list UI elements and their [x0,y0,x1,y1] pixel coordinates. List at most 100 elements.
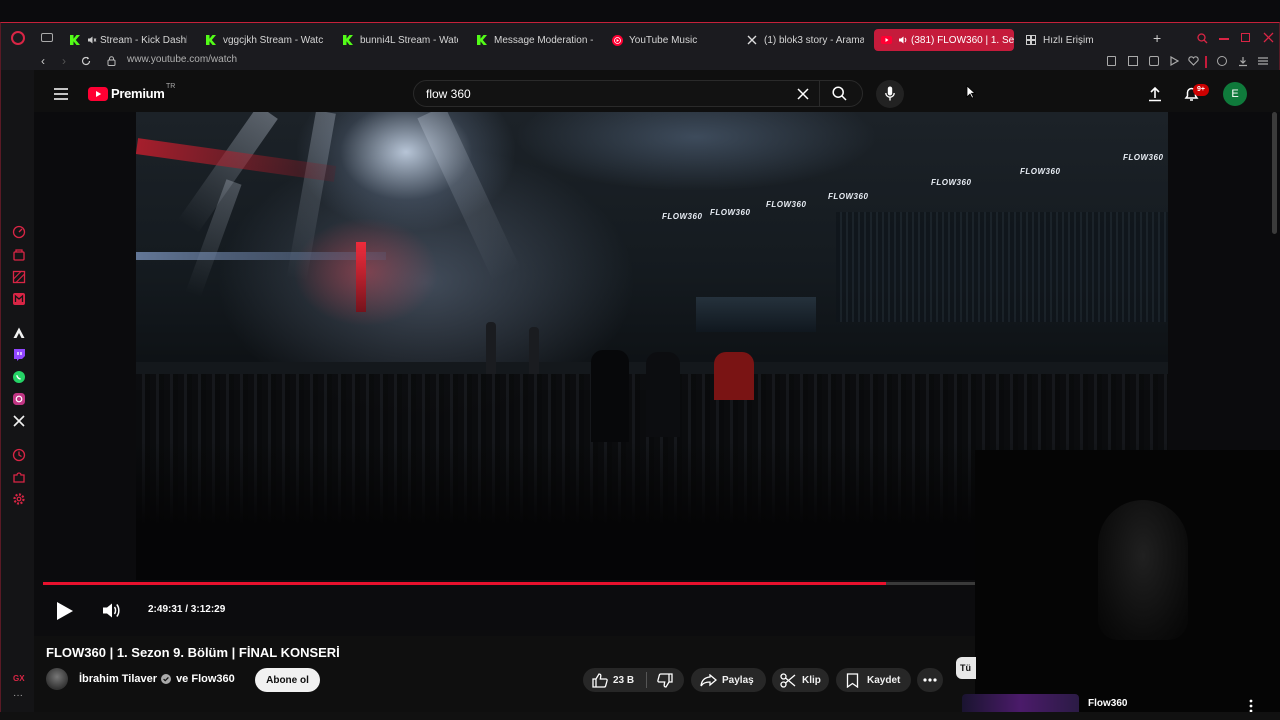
download-icon[interactable] [1238,56,1248,67]
kick-icon [205,34,217,46]
youtube-logo-icon[interactable] [88,87,108,101]
settings-gear-icon[interactable] [12,492,26,506]
share-label: Paylaş [722,674,754,686]
kick-icon [342,34,354,46]
heart-icon[interactable] [1188,56,1199,66]
tab-youtube-music[interactable]: YouTube Music [611,29,729,51]
speed-dial-icon[interactable] [12,225,26,239]
subscribe-button[interactable]: Abone ol [255,668,320,692]
messenger-icon[interactable] [12,292,26,306]
upload-icon[interactable] [1148,86,1162,102]
hamburger-menu-icon[interactable] [54,88,68,100]
search-input[interactable]: flow 360 [426,87,471,101]
new-tab-plus-icon[interactable]: + [1153,31,1161,45]
performer-silhouette [529,327,539,375]
volume-icon[interactable] [102,602,121,619]
pin-icon[interactable] [1107,56,1116,66]
save-label: Kaydet [867,674,901,686]
menu-icon[interactable] [1258,56,1268,66]
tab-x-search[interactable]: (1) blok3 story - Arama [746,29,864,51]
tab-label: YouTube Music [629,34,698,46]
voice-search-button[interactable] [876,80,904,108]
share-icon [700,673,717,687]
play-icon[interactable] [55,601,75,621]
mouse-cursor-icon [966,85,976,99]
adblock-icon[interactable] [1149,56,1159,66]
filter-chip[interactable]: Tü [956,657,976,679]
forward-icon[interactable]: › [62,55,66,67]
extensions-icon[interactable] [12,470,26,484]
like-icon[interactable] [592,672,608,688]
gx-cleaner-icon[interactable] [12,270,26,284]
balcony-seats [696,297,816,332]
instagram-icon[interactable] [12,392,26,406]
speaker-icon[interactable] [898,34,908,46]
clip-label: Klip [802,674,821,686]
channel-avatar[interactable] [46,668,68,690]
more-dots-icon[interactable]: ··· [13,691,23,701]
verified-check-icon [161,674,172,684]
dislike-icon[interactable] [657,672,673,688]
led-banner-text: FLOW360 [662,212,703,221]
gx-corner-icon[interactable] [12,248,26,262]
tab-islands-icon[interactable] [41,33,53,42]
save-button[interactable]: Kaydet [836,668,911,692]
opera-gx-logo-icon[interactable] [11,31,25,45]
x-icon [746,34,758,46]
webcam-feed [1098,500,1188,640]
more-actions-button[interactable] [917,668,943,692]
youtube-music-icon [611,34,623,46]
reload-icon[interactable] [81,56,91,66]
tab-label: Message Moderation - [494,34,594,46]
stage-light-beam [417,112,521,282]
recommended-video-title[interactable]: Flow360 [1088,698,1127,709]
more-horizontal-icon [923,678,937,682]
time-display: 2:49:31 / 3:12:29 [148,604,226,615]
restore-icon[interactable] [1241,33,1250,42]
gx-logo-icon[interactable]: GX [13,674,25,683]
like-count[interactable]: 23 B [613,675,634,686]
close-window-icon[interactable] [1263,32,1274,43]
share-button[interactable]: Paylaş [691,668,766,692]
url-field[interactable]: www.youtube.com/watch [127,54,237,65]
avatar[interactable]: E [1223,82,1247,106]
player-icon[interactable] [1169,56,1179,66]
tab-bunni4l[interactable]: bunni4L Stream - Watc [342,29,458,51]
audience-silhouette [591,350,629,442]
muted-speaker-icon[interactable] [87,34,97,46]
snapshot-icon[interactable] [1128,56,1138,66]
minimize-icon[interactable] [1219,38,1229,40]
channel-name-row[interactable]: İbrahim Tilaver ve Flow360 [79,673,235,685]
tab-vggcjkh[interactable]: vggcjkh Stream - Watc [205,29,323,51]
whatsapp-icon[interactable] [12,370,26,384]
aria-icon[interactable] [12,326,26,340]
tab-flow360-active[interactable]: (381) FLOW360 | 1. Se [874,29,1014,51]
clear-search-icon[interactable] [797,88,809,100]
search-box[interactable] [413,80,863,107]
tab-label: (1) blok3 story - Arama [764,34,864,46]
kick-icon [476,34,488,46]
history-icon[interactable] [12,448,26,462]
tab-label: Hızlı Erişim [1043,34,1094,46]
youtube-premium-text[interactable]: Premium [111,86,165,101]
search-icon[interactable] [832,86,847,101]
tab-search-icon[interactable] [1197,33,1208,44]
more-vertical-icon[interactable] [1249,699,1253,713]
x-icon[interactable] [12,414,26,428]
twitch-icon[interactable] [12,348,26,362]
browser-tab-bar: Stream - Kick Dashb vggcjkh Stream - Wat… [0,22,1280,54]
tab-kick-dashboard[interactable]: Stream - Kick Dashb [69,29,187,51]
lock-icon[interactable] [107,56,116,66]
account-icon[interactable] [1217,56,1227,66]
clip-button[interactable]: Klip [772,668,829,692]
upper-seating [836,212,1168,322]
back-icon[interactable]: ‹ [41,55,45,67]
tab-label: bunni4L Stream - Watc [360,34,458,46]
tab-message-moderation[interactable]: Message Moderation - [476,29,594,51]
youtube-icon [880,34,892,46]
progress-bar[interactable] [43,582,975,585]
channel-name[interactable]: İbrahim Tilaver [79,673,157,685]
tab-quick-access[interactable]: Hızlı Erişim [1025,29,1135,51]
channel-collab[interactable]: ve Flow360 [176,673,235,685]
page-scrollbar[interactable] [1272,112,1277,234]
